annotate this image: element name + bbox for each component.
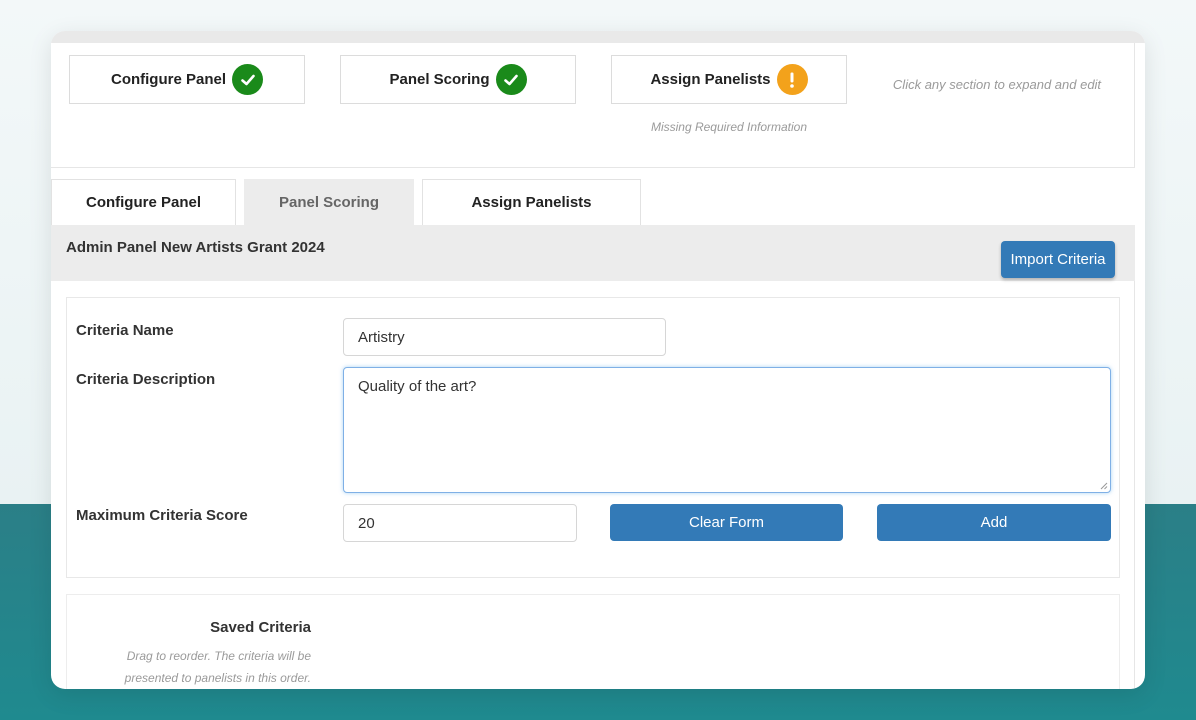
- saved-criteria-title: Saved Criteria: [210, 619, 311, 636]
- expand-hint: Click any section to expand and edit: [892, 77, 1102, 92]
- saved-criteria-section: Saved Criteria Drag to reorder. The crit…: [66, 594, 1120, 689]
- criteria-description-label: Criteria Description: [76, 371, 216, 388]
- step-label: Panel Scoring: [389, 71, 490, 88]
- window-top-strip: [51, 31, 1145, 43]
- criteria-description-textarea[interactable]: Quality of the art?: [343, 367, 1111, 493]
- check-icon: [495, 64, 527, 95]
- saved-criteria-note: Drag to reorder. The criteria will be pr…: [124, 649, 311, 685]
- description-text: Quality of the art?: [358, 378, 477, 395]
- resize-handle-icon[interactable]: [1100, 482, 1108, 490]
- step-label: Configure Panel: [110, 71, 226, 88]
- app-window: Configure Panel Panel Scoring Assign Pan…: [51, 31, 1145, 689]
- max-score-input[interactable]: 20: [343, 504, 577, 542]
- tab-configure-panel[interactable]: Configure Panel: [51, 179, 236, 225]
- section-header: Admin Panel New Artists Grant 2024: [51, 225, 1135, 281]
- check-icon: [232, 64, 263, 95]
- criteria-name-input[interactable]: Artistry: [343, 318, 666, 356]
- step-configure-panel[interactable]: Configure Panel: [69, 55, 305, 104]
- page-title: Admin Panel New Artists Grant 2024: [66, 239, 325, 256]
- tab-panel-scoring[interactable]: Panel Scoring: [244, 179, 414, 225]
- import-criteria-button[interactable]: Import Criteria: [1001, 241, 1115, 278]
- progress-steps: Configure Panel Panel Scoring Assign Pan…: [51, 43, 1135, 168]
- clear-form-button[interactable]: Clear Form: [610, 504, 843, 541]
- add-button[interactable]: Add: [877, 504, 1111, 541]
- content-divider: [1134, 281, 1135, 689]
- step-warning-note: Missing Required Information: [650, 120, 808, 134]
- step-panel-scoring[interactable]: Panel Scoring: [340, 55, 576, 104]
- tab-assign-panelists[interactable]: Assign Panelists: [422, 179, 641, 225]
- step-label: Assign Panelists: [650, 71, 771, 88]
- step-assign-panelists[interactable]: Assign Panelists: [611, 55, 847, 104]
- criteria-name-label: Criteria Name: [76, 322, 174, 339]
- max-score-label: Maximum Criteria Score: [76, 507, 248, 524]
- criteria-form: Criteria Name Artistry Criteria Descript…: [66, 297, 1120, 578]
- exclamation-icon: [776, 64, 808, 95]
